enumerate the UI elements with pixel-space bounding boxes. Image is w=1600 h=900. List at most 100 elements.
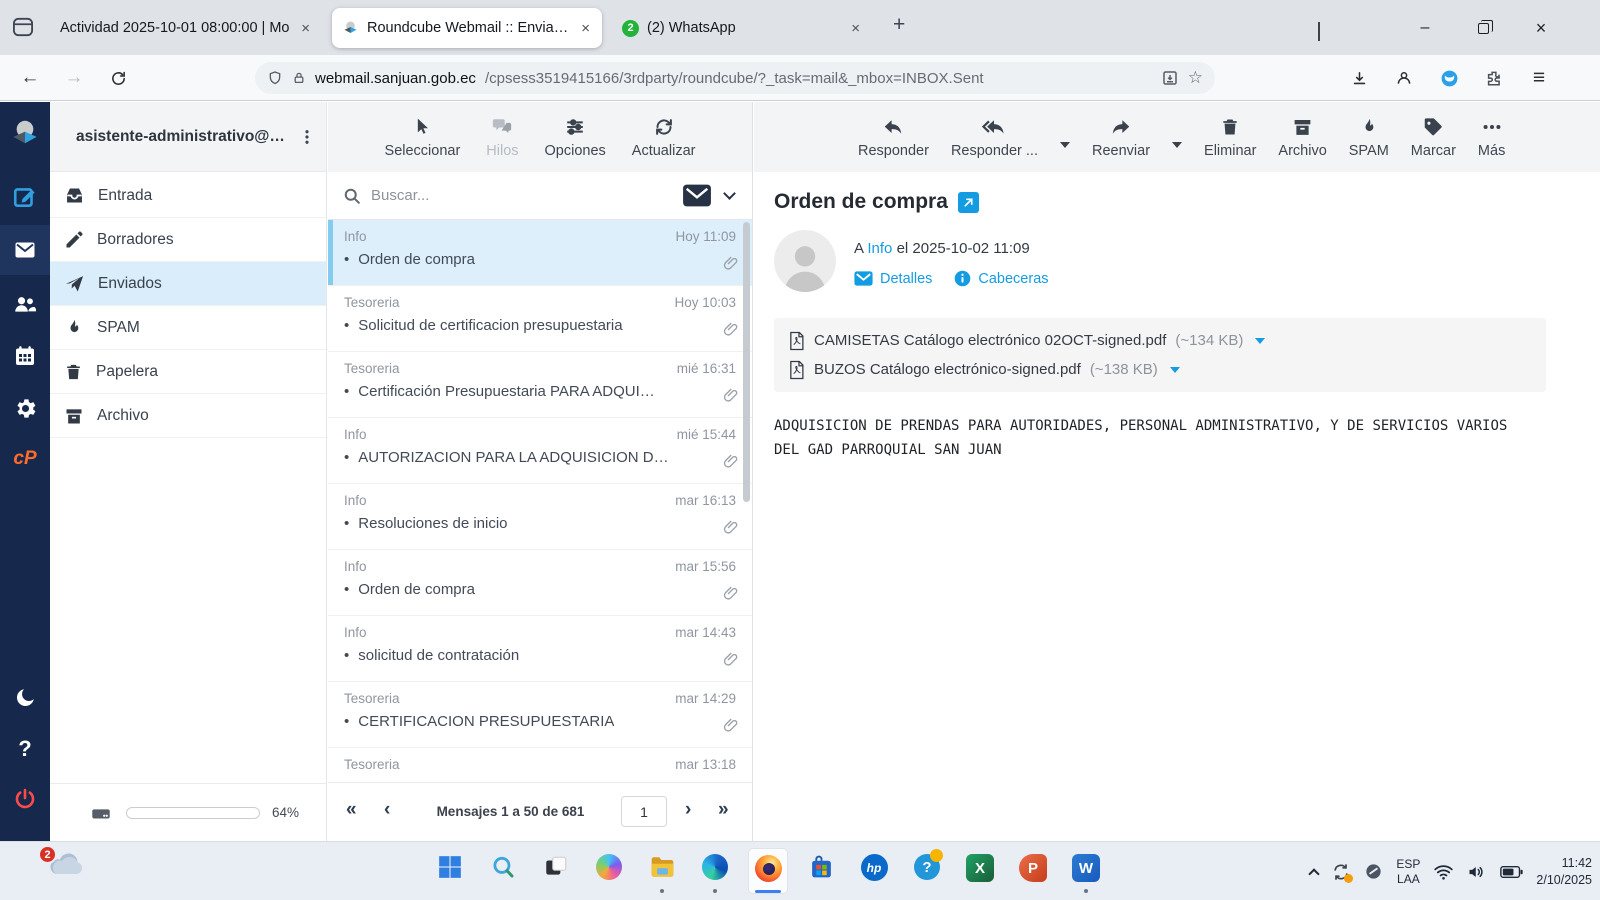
edge-icon[interactable] <box>695 848 735 894</box>
folder-item-borradores[interactable]: Borradores <box>50 218 326 262</box>
minimize-button[interactable]: – <box>1408 14 1442 42</box>
message-row[interactable]: Info Hoy 11:09 • Orden de compra <box>328 220 752 286</box>
message-row[interactable]: Info mar 16:13 • Resoluciones de inicio <box>328 484 752 550</box>
search-scope-envelope-icon[interactable] <box>682 184 712 207</box>
browser-tab-roundcube[interactable]: Roundcube Webmail :: Enviados × <box>332 8 602 48</box>
browser-tab-whatsapp[interactable]: 2 (2) WhatsApp × <box>612 8 872 48</box>
forward-button[interactable]: → <box>58 63 90 93</box>
microsoft-store-icon[interactable] <box>801 848 841 894</box>
message-row[interactable]: Info mar 15:56 • Orden de compra <box>328 550 752 616</box>
delete-button[interactable]: Eliminar <box>1204 116 1256 159</box>
archive-button[interactable]: Archivo <box>1278 116 1327 159</box>
battery-icon[interactable] <box>1500 865 1524 879</box>
attachment-menu-caret[interactable] <box>1169 366 1180 373</box>
cpanel-logo[interactable]: cP <box>0 434 50 484</box>
save-page-icon[interactable] <box>1161 69 1179 87</box>
attachment-menu-caret[interactable] <box>1255 337 1266 344</box>
powerpoint-icon[interactable]: P <box>1013 848 1053 894</box>
mark-button[interactable]: Marcar <box>1411 116 1456 159</box>
more-button[interactable]: Más <box>1478 116 1505 159</box>
attachment-item[interactable]: BUZOS Catálogo electrónico-signed.pdf (~… <box>788 360 1532 380</box>
tray-status-icon[interactable] <box>1364 862 1383 881</box>
lock-icon[interactable] <box>292 70 306 86</box>
message-row[interactable]: Info mar 14:43 • solicitud de contratación <box>328 616 752 682</box>
volume-icon[interactable] <box>1467 863 1487 881</box>
attachment-item[interactable]: CAMISETAS Catálogo electrónico 02OCT-sig… <box>788 331 1532 351</box>
select-button[interactable]: Seleccionar <box>385 116 460 159</box>
word-icon[interactable]: W <box>1066 848 1106 894</box>
reload-button[interactable] <box>102 63 134 93</box>
kebab-menu-icon[interactable] <box>298 128 316 146</box>
tray-expand-chevron-icon[interactable] <box>1308 867 1321 880</box>
reply-all-menu-caret[interactable] <box>1060 142 1070 148</box>
folder-item-archivo[interactable]: Archivo <box>50 394 326 438</box>
folder-item-entrada[interactable]: Entrada <box>50 174 326 218</box>
message-row[interactable]: Tesoreria mar 14:29 • CERTIFICACION PRESUP… <box>328 682 752 748</box>
recipient-link[interactable]: Info <box>867 240 892 257</box>
file-explorer-icon[interactable] <box>642 848 682 894</box>
onedrive-icon[interactable]: 2 <box>38 845 84 878</box>
page-number-input[interactable] <box>621 796 667 827</box>
wifi-icon[interactable] <box>1433 863 1454 881</box>
folder-item-spam[interactable]: SPAM <box>50 306 326 350</box>
browser-tab-activity[interactable]: Actividad 2025-10-01 08:00:00 | Mo × <box>42 8 322 48</box>
message-row[interactable]: Info mié 15:44 • AUTORIZACION PARA LA ADQU… <box>328 418 752 484</box>
folder-item-enviados[interactable]: Enviados <box>50 262 326 306</box>
shield-icon[interactable] <box>267 69 283 87</box>
extensions-puzzle-icon[interactable] <box>1478 63 1510 93</box>
menu-icon[interactable]: ≡ <box>1523 63 1555 93</box>
search-options-chevron-icon[interactable] <box>723 187 736 200</box>
firefox-icon[interactable] <box>748 848 788 894</box>
refresh-button[interactable]: Actualizar <box>632 116 695 159</box>
spam-button[interactable]: SPAM <box>1349 116 1389 159</box>
copilot-icon[interactable] <box>589 848 629 894</box>
compose-icon[interactable] <box>0 172 50 222</box>
help-icon[interactable]: ? <box>0 724 50 774</box>
task-view-icon[interactable] <box>536 848 576 894</box>
contacts-icon[interactable] <box>0 279 50 329</box>
list-all-tabs-icon[interactable] <box>1318 22 1320 41</box>
start-button[interactable] <box>430 848 470 894</box>
next-page-button[interactable]: › <box>685 799 691 821</box>
excel-icon[interactable]: X <box>960 848 1000 894</box>
firefox-view-button[interactable] <box>12 17 34 37</box>
bookmark-star-icon[interactable]: ☆ <box>1188 68 1203 88</box>
close-icon[interactable]: × <box>299 20 312 37</box>
reply-all-button[interactable]: Responder ... <box>951 116 1038 159</box>
close-icon[interactable]: × <box>849 20 862 37</box>
dark-mode-moon-icon[interactable] <box>0 672 50 722</box>
language-indicator[interactable]: ESP LAA <box>1396 857 1420 887</box>
forward-button[interactable]: Reenviar <box>1092 116 1150 159</box>
calendar-icon[interactable] <box>0 331 50 381</box>
details-toggle[interactable]: Detalles <box>854 271 932 287</box>
forward-menu-caret[interactable] <box>1172 142 1183 148</box>
message-row[interactable]: Tesoreria mar 13:18 <box>328 748 752 782</box>
restore-button[interactable] <box>1466 14 1500 42</box>
extension-badge-icon[interactable] <box>1433 63 1465 93</box>
logout-power-icon[interactable] <box>0 774 50 824</box>
search-input[interactable] <box>371 187 673 204</box>
close-icon[interactable]: × <box>579 20 592 37</box>
search-icon[interactable] <box>483 848 523 894</box>
close-window-button[interactable]: × <box>1524 14 1558 42</box>
headers-toggle[interactable]: Cabeceras <box>954 270 1049 287</box>
back-button[interactable]: ← <box>14 63 46 93</box>
first-page-button[interactable]: « <box>346 799 357 821</box>
mail-icon[interactable] <box>0 225 50 275</box>
options-button[interactable]: Opciones <box>545 116 606 159</box>
account-icon[interactable] <box>1388 63 1420 93</box>
last-page-button[interactable]: » <box>718 799 729 821</box>
sync-icon[interactable] <box>1331 862 1354 883</box>
message-row[interactable]: Tesoreria mié 16:31 • Certificación Presup… <box>328 352 752 418</box>
list-scrollbar[interactable] <box>743 222 750 502</box>
hp-icon[interactable]: hp <box>854 848 894 894</box>
threads-button[interactable]: Hilos <box>486 116 519 159</box>
folder-item-papelera[interactable]: Papelera <box>50 350 326 394</box>
open-in-new-window-icon[interactable] <box>957 191 979 213</box>
url-bar[interactable]: webmail.sanjuan.gob.ec/cpsess3519415166/… <box>255 62 1215 94</box>
settings-gear-icon[interactable] <box>0 383 50 433</box>
help-app-icon[interactable]: ? <box>907 848 947 894</box>
message-row[interactable]: Tesoreria Hoy 10:03 • Solicitud de certifi… <box>328 286 752 352</box>
prev-page-button[interactable]: ‹ <box>384 799 390 821</box>
new-tab-button[interactable]: + <box>893 13 905 37</box>
